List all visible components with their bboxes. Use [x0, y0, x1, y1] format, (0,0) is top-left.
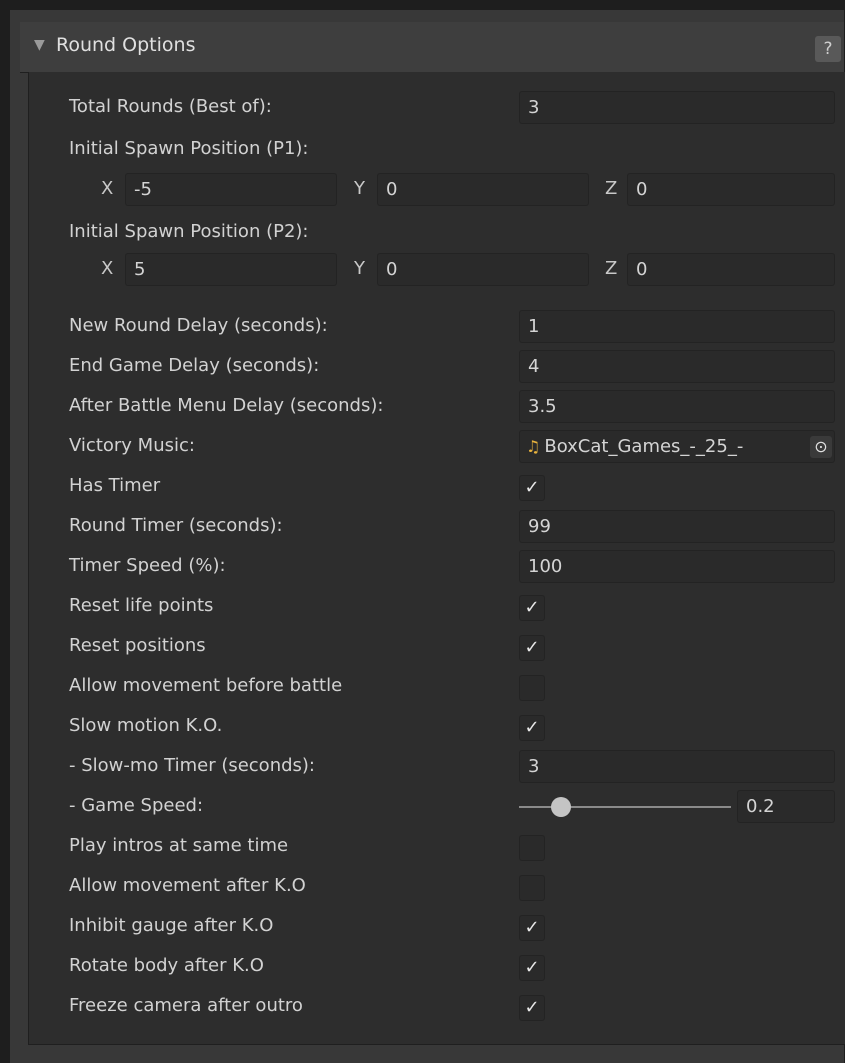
row-freeze-camera: Freeze camera after outro ✓: [29, 989, 845, 1025]
game-speed-slider-handle[interactable]: [551, 797, 572, 817]
spawn-p1-y-field[interactable]: 0: [377, 173, 589, 206]
allow-move-after-ko-label: Allow movement after K.O: [69, 875, 306, 896]
game-speed-field[interactable]: 0.2: [737, 790, 835, 823]
row-spawn-p2-label: Initial Spawn Position (P2):: [29, 215, 845, 251]
checkmark-icon: ✓: [524, 957, 540, 978]
help-button[interactable]: ?: [815, 36, 841, 62]
checkmark-icon: ✓: [524, 717, 540, 738]
checkmark-icon: ✓: [524, 597, 540, 618]
round-timer-field[interactable]: 99: [519, 510, 835, 543]
timer-speed-field[interactable]: 100: [519, 550, 835, 583]
spawn-p1-z-field[interactable]: 0: [627, 173, 835, 206]
victory-music-field[interactable]: ♫ BoxCat_Games_-_25_- ⊙: [519, 430, 835, 463]
row-allow-move-after-ko: Allow movement after K.O: [29, 869, 845, 905]
reset-life-checkbox[interactable]: ✓: [519, 595, 545, 621]
rotate-body-checkbox[interactable]: ✓: [519, 955, 545, 981]
row-allow-move-before: Allow movement before battle: [29, 669, 845, 705]
spawn-p2-x-label[interactable]: X: [101, 258, 113, 279]
section-title: Round Options: [56, 34, 196, 56]
allow-move-before-label: Allow movement before battle: [69, 675, 343, 696]
round-timer-label: Round Timer (seconds):: [69, 515, 283, 536]
row-victory-music: Victory Music: ♫ BoxCat_Games_-_25_- ⊙: [29, 429, 845, 465]
row-total-rounds: Total Rounds (Best of): 3: [29, 90, 845, 126]
total-rounds-label: Total Rounds (Best of):: [69, 96, 272, 117]
inhibit-gauge-checkbox[interactable]: ✓: [519, 915, 545, 941]
slow-motion-ko-label: Slow motion K.O.: [69, 715, 223, 736]
reset-life-label: Reset life points: [69, 595, 214, 616]
victory-music-value: BoxCat_Games_-_25_-: [544, 436, 744, 457]
checkmark-icon: ✓: [524, 917, 540, 938]
after-battle-delay-field[interactable]: 3.5: [519, 390, 835, 423]
spawn-p2-z-field[interactable]: 0: [627, 253, 835, 286]
checkmark-icon: ✓: [524, 997, 540, 1018]
end-game-delay-label: End Game Delay (seconds):: [69, 355, 320, 376]
spawn-p1-x-field[interactable]: -5: [125, 173, 337, 206]
row-timer-speed: Timer Speed (%): 100: [29, 549, 845, 585]
row-reset-life: Reset life points ✓: [29, 589, 845, 625]
foldout-arrow-icon[interactable]: ▼: [34, 37, 45, 53]
freeze-camera-checkbox[interactable]: ✓: [519, 995, 545, 1021]
allow-move-before-checkbox[interactable]: [519, 675, 545, 701]
spawn-p2-y-field[interactable]: 0: [377, 253, 589, 286]
inhibit-gauge-label: Inhibit gauge after K.O: [69, 915, 274, 936]
row-round-timer: Round Timer (seconds): 99: [29, 509, 845, 545]
checkmark-icon: ✓: [524, 477, 540, 498]
round-options-content: Total Rounds (Best of): 3 Initial Spawn …: [28, 72, 845, 1045]
slowmo-timer-label: - Slow-mo Timer (seconds):: [69, 755, 315, 776]
allow-move-after-ko-checkbox[interactable]: [519, 875, 545, 901]
spawn-p2-x-field[interactable]: 5: [125, 253, 337, 286]
row-game-speed: - Game Speed: 0.2: [29, 789, 845, 825]
row-slowmo-timer: - Slow-mo Timer (seconds): 3: [29, 749, 845, 785]
spawn-p1-z-label[interactable]: Z: [605, 178, 617, 199]
victory-music-label: Victory Music:: [69, 435, 195, 456]
spawn-p1-label: Initial Spawn Position (P1):: [69, 138, 309, 159]
freeze-camera-label: Freeze camera after outro: [69, 995, 303, 1016]
slow-motion-ko-checkbox[interactable]: ✓: [519, 715, 545, 741]
has-timer-label: Has Timer: [69, 475, 161, 496]
row-play-intros: Play intros at same time: [29, 829, 845, 865]
row-rotate-body: Rotate body after K.O ✓: [29, 949, 845, 985]
row-reset-positions: Reset positions ✓: [29, 629, 845, 665]
row-new-round-delay: New Round Delay (seconds): 1: [29, 309, 845, 345]
new-round-delay-label: New Round Delay (seconds):: [69, 315, 328, 336]
row-spawn-p1-vector: X -5 Y 0 Z 0: [29, 172, 845, 208]
timer-speed-label: Timer Speed (%):: [69, 555, 226, 576]
row-end-game-delay: End Game Delay (seconds): 4: [29, 349, 845, 385]
checkmark-icon: ✓: [524, 637, 540, 658]
has-timer-checkbox[interactable]: ✓: [519, 475, 545, 501]
game-speed-label: - Game Speed:: [69, 795, 204, 816]
reset-positions-label: Reset positions: [69, 635, 206, 656]
section-header[interactable]: ▼ Round Options ?: [20, 22, 844, 73]
rotate-body-label: Rotate body after K.O: [69, 955, 264, 976]
row-has-timer: Has Timer ✓: [29, 469, 845, 505]
spawn-p2-label: Initial Spawn Position (P2):: [69, 221, 309, 242]
spawn-p2-z-label[interactable]: Z: [605, 258, 617, 279]
spawn-p2-y-label[interactable]: Y: [354, 258, 365, 279]
new-round-delay-field[interactable]: 1: [519, 310, 835, 343]
object-picker-icon[interactable]: ⊙: [810, 436, 832, 458]
row-inhibit-gauge: Inhibit gauge after K.O ✓: [29, 909, 845, 945]
play-intros-label: Play intros at same time: [69, 835, 289, 856]
play-intros-checkbox[interactable]: [519, 835, 545, 861]
audio-clip-icon: ♫: [526, 437, 541, 456]
spawn-p1-x-label[interactable]: X: [101, 178, 113, 199]
slowmo-timer-field[interactable]: 3: [519, 750, 835, 783]
row-spawn-p1-label: Initial Spawn Position (P1):: [29, 132, 845, 168]
row-after-battle-delay: After Battle Menu Delay (seconds): 3.5: [29, 389, 845, 425]
end-game-delay-field[interactable]: 4: [519, 350, 835, 383]
row-slow-motion-ko: Slow motion K.O. ✓: [29, 709, 845, 745]
reset-positions-checkbox[interactable]: ✓: [519, 635, 545, 661]
row-spawn-p2-vector: X 5 Y 0 Z 0: [29, 252, 845, 288]
total-rounds-field[interactable]: 3: [519, 91, 835, 124]
after-battle-delay-label: After Battle Menu Delay (seconds):: [69, 395, 384, 416]
spawn-p1-y-label[interactable]: Y: [354, 178, 365, 199]
